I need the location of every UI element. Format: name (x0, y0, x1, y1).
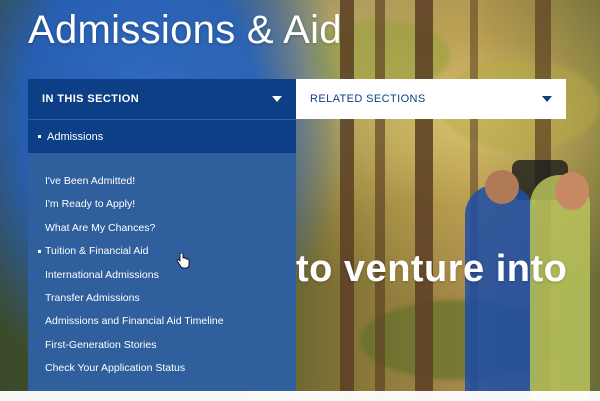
section-dropdown-menu: Admissions I've Been Admitted! I'm Ready… (28, 119, 296, 391)
menu-item[interactable]: I've Been Admitted! (28, 170, 296, 193)
menu-item-label: Transfer Admissions (45, 291, 140, 304)
menu-item[interactable]: Transfer Admissions (28, 287, 296, 310)
menu-item[interactable]: What Are My Chances? (28, 217, 296, 240)
page-title: Admissions & Aid (28, 8, 342, 52)
menu-item-label: Admissions and Financial Aid Timeline (45, 315, 224, 328)
menu-item[interactable]: I'm Ready to Apply! (28, 193, 296, 216)
menu-item[interactable]: Check Your Application Status (28, 357, 296, 380)
menu-item-label: I'm Ready to Apply! (45, 198, 136, 211)
section-nav-bar: IN THIS SECTION RELATED SECTIONS (28, 79, 566, 119)
menu-item-active[interactable]: Tuition & Financial Aid (28, 240, 296, 263)
bullet-icon (38, 135, 41, 138)
menu-item-label: Tuition & Financial Aid (45, 245, 149, 258)
menu-current-item[interactable]: Admissions (28, 119, 296, 153)
related-sections-dropdown[interactable]: RELATED SECTIONS (296, 79, 566, 119)
chevron-down-icon (272, 96, 282, 102)
hiker-figure (465, 185, 535, 401)
tree-trunk (375, 0, 385, 401)
menu-item[interactable]: International Admissions (28, 264, 296, 287)
bullet-icon (38, 250, 41, 254)
menu-item[interactable]: First-Generation Stories (28, 334, 296, 357)
related-sections-label: RELATED SECTIONS (310, 93, 426, 105)
menu-item-label: International Admissions (45, 268, 159, 281)
hand-pointer-cursor-icon (176, 253, 190, 269)
in-this-section-dropdown[interactable]: IN THIS SECTION (28, 79, 296, 119)
menu-list: I've Been Admitted! I'm Ready to Apply! … (28, 153, 296, 381)
hiker-head (485, 170, 519, 204)
menu-item-label: Check Your Application Status (45, 362, 186, 375)
tree-trunk (415, 0, 433, 401)
menu-item[interactable]: Admissions and Financial Aid Timeline (28, 310, 296, 333)
in-this-section-label: IN THIS SECTION (42, 93, 140, 105)
menu-item-label: First-Generation Stories (45, 338, 157, 351)
hero-tagline: to venture into (296, 248, 568, 290)
chevron-down-icon (542, 96, 552, 102)
hiker-head (555, 172, 589, 210)
current-item-label: Admissions (47, 130, 104, 143)
menu-item-label: I've Been Admitted! (45, 175, 136, 187)
bottom-strip (0, 391, 600, 401)
menu-item-label: What Are My Chances? (45, 221, 156, 234)
